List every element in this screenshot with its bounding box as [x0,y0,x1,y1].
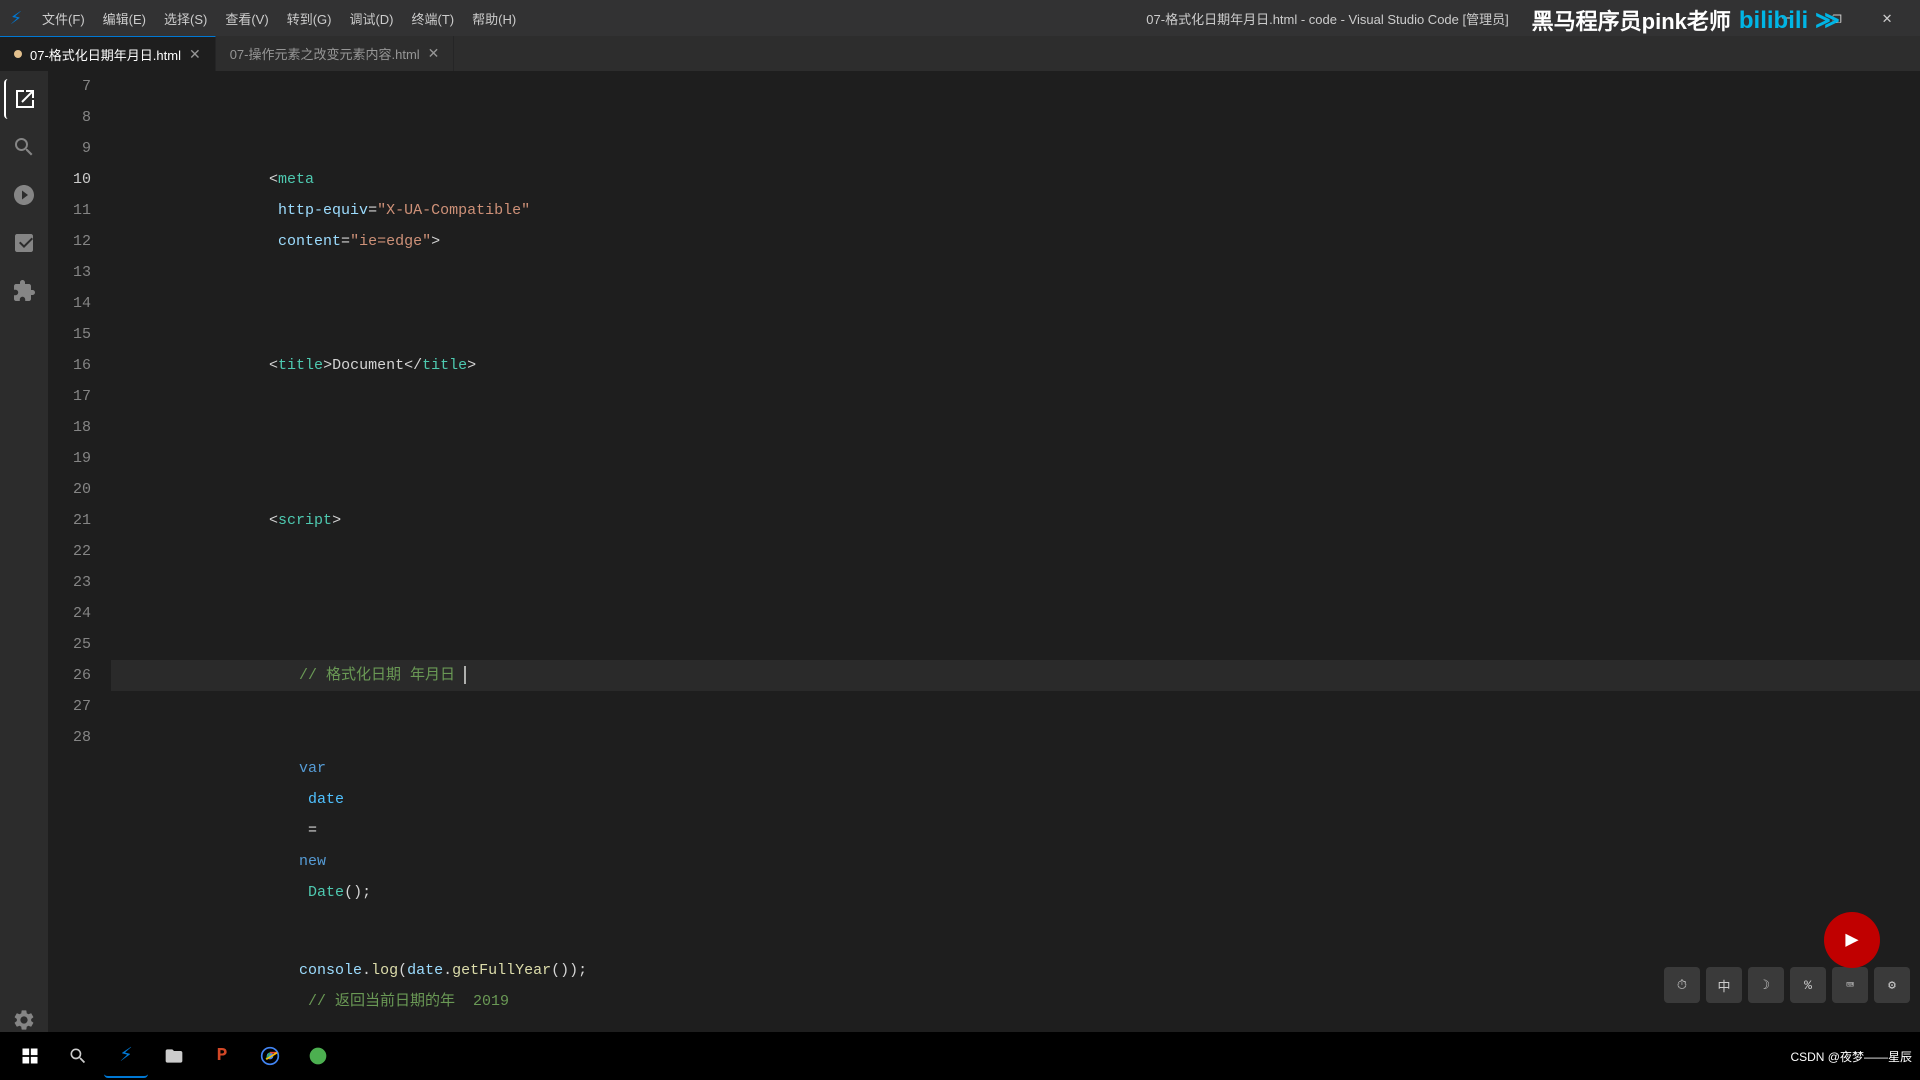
settings-gear-icon[interactable]: ⚙ [1874,967,1910,1003]
watermark-text: 黑马程序员pink老师 [1532,4,1731,36]
code-content[interactable]: <meta http-equiv="X-UA-Compatible" conte… [103,71,1920,1048]
taskbar-chrome[interactable] [248,1034,292,1078]
line-num-25: 25 [48,629,91,660]
menu-view[interactable]: 查看(V) [217,5,276,32]
lang-zh-icon[interactable]: 中 [1706,967,1742,1003]
tab-inactive-file[interactable]: 07-操作元素之改变元素内容.html ✕ [216,36,455,71]
line-num-21: 21 [48,505,91,536]
clock-icon[interactable]: ⏱ [1664,967,1700,1003]
menu-bar: 文件(F) 编辑(E) 选择(S) 查看(V) 转到(G) 调试(D) 终端(T… [34,5,891,32]
tab-close-inactive[interactable]: ✕ [428,45,440,62]
tab-modified-dot [14,50,22,58]
menu-terminal[interactable]: 终端(T) [404,5,463,32]
activity-debug-icon[interactable] [4,223,44,263]
close-button[interactable]: ✕ [1864,2,1910,34]
menu-edit[interactable]: 编辑(E) [95,5,154,32]
line-num-20: 20 [48,474,91,505]
code-editor: 7 8 9 10 11 12 13 14 15 16 17 18 19 20 2… [48,71,1920,1048]
menu-select[interactable]: 选择(S) [156,5,215,32]
taskbar-other[interactable] [296,1034,340,1078]
watermark: 黑马程序员pink老师 bilibili ≫ [1532,4,1840,36]
code-line-7: <meta http-equiv="X-UA-Compatible" conte… [111,195,1920,226]
title-bar: ⚡ 文件(F) 编辑(E) 选择(S) 查看(V) 转到(G) 调试(D) 终端… [0,0,1920,36]
taskbar-explorer[interactable] [152,1034,196,1078]
line-num-12: 12 [48,226,91,257]
line-num-17: 17 [48,381,91,412]
line-num-9: 9 [48,133,91,164]
line-num-23: 23 [48,567,91,598]
tab-close-active[interactable]: ✕ [189,46,201,63]
moon-icon[interactable]: ☽ [1748,967,1784,1003]
line-num-7: 7 [48,71,91,102]
tab-label-active: 07-格式化日期年月日.html [30,45,181,64]
activity-extensions-icon[interactable] [4,271,44,311]
keyboard-icon[interactable]: ⌨ [1832,967,1868,1003]
line-num-27: 27 [48,691,91,722]
line-num-13: 13 [48,257,91,288]
line-num-26: 26 [48,660,91,691]
menu-help[interactable]: 帮助(H) [464,5,524,32]
line-num-19: 19 [48,443,91,474]
main-layout: 7 8 9 10 11 12 13 14 15 16 17 18 19 20 2… [0,71,1920,1048]
vscode-logo: ⚡ [10,5,22,31]
code-line-10: // 格式化日期 年月日 [111,660,1920,691]
taskbar-vscode[interactable]: ⚡ [104,1034,148,1078]
editor-area[interactable]: 7 8 9 10 11 12 13 14 15 16 17 18 19 20 2… [48,71,1920,1048]
line-num-16: 16 [48,350,91,381]
code-line-12: console.log(date.getFullYear()); // 返回当前… [111,970,1920,1001]
tab-active-file[interactable]: 07-格式化日期年月日.html ✕ [0,36,216,71]
taskbar-right: CSDN @夜梦——星辰 [1790,1048,1912,1065]
text-cursor [464,666,466,684]
code-line-11: var date = new Date(); [111,815,1920,846]
tab-bar: 07-格式化日期年月日.html ✕ 07-操作元素之改变元素内容.html ✕ [0,36,1920,71]
code-line-8: <title>Document</title> [111,350,1920,381]
play-button[interactable]: ▶ [1824,912,1880,968]
activity-git-icon[interactable] [4,175,44,215]
bottom-floating-toolbar: ⏱ 中 ☽ % ⌨ ⚙ [1664,967,1910,1003]
menu-debug[interactable]: 调试(D) [341,5,401,32]
activity-search-icon[interactable] [4,127,44,167]
taskbar-user-info: CSDN @夜梦——星辰 [1790,1048,1912,1065]
activity-bar [0,71,48,1048]
menu-goto[interactable]: 转到(G) [279,5,340,32]
line-num-11: 11 [48,195,91,226]
line-num-10: 10 [48,164,91,195]
bilibili-logo: bilibili ≫ [1739,6,1840,35]
line-num-18: 18 [48,412,91,443]
taskbar-search[interactable] [56,1034,100,1078]
menu-file[interactable]: 文件(F) [34,5,93,32]
taskbar-powerpoint[interactable]: P [200,1034,244,1078]
line-num-24: 24 [48,598,91,629]
tab-label-inactive: 07-操作元素之改变元素内容.html [230,44,420,63]
line-num-8: 8 [48,102,91,133]
line-numbers: 7 8 9 10 11 12 13 14 15 16 17 18 19 20 2… [48,71,103,1048]
taskbar: ⚡ P CSDN @夜梦——星辰 [0,1032,1920,1080]
line-num-14: 14 [48,288,91,319]
line-num-22: 22 [48,536,91,567]
line-num-15: 15 [48,319,91,350]
percent-icon[interactable]: % [1790,967,1826,1003]
start-button[interactable] [8,1034,52,1078]
activity-explorer-icon[interactable] [4,79,44,119]
code-line-9: <script> [111,505,1920,536]
line-num-28: 28 [48,722,91,753]
